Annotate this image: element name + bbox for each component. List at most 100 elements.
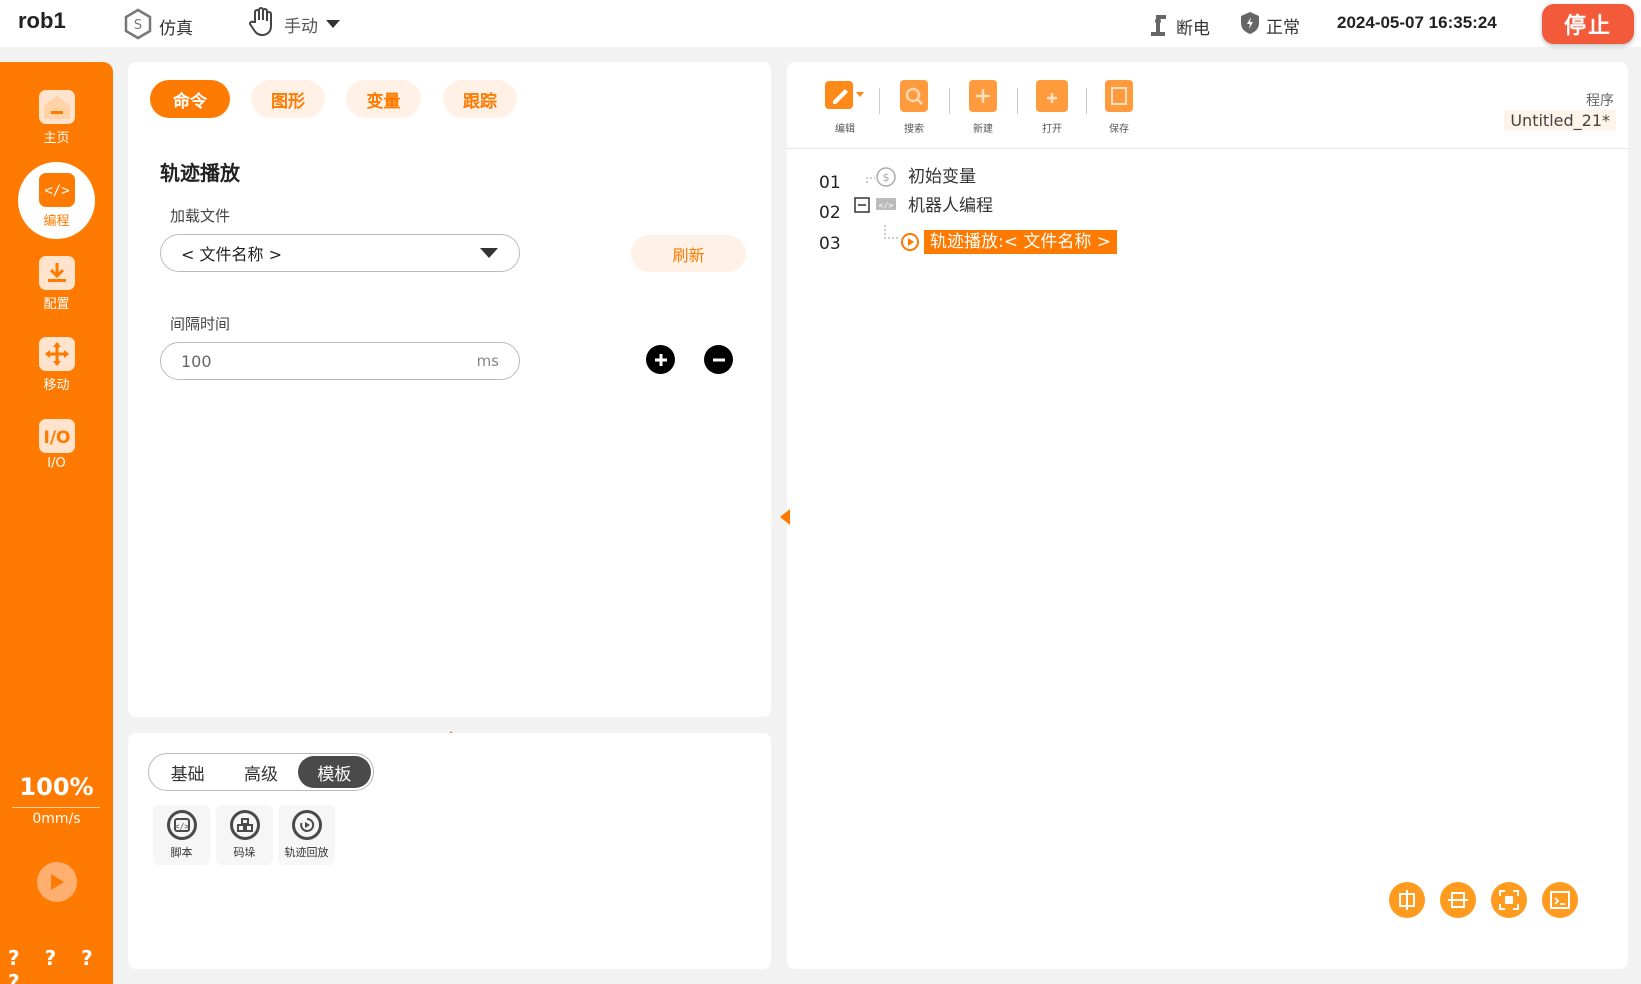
toolbar-label: 打开 bbox=[1042, 124, 1062, 135]
hand-icon bbox=[246, 6, 278, 43]
program-line-1[interactable]: 初始变量 bbox=[908, 162, 976, 187]
svg-text:S: S bbox=[134, 18, 142, 33]
shield-icon bbox=[1240, 11, 1260, 40]
segment-template[interactable]: 模板 bbox=[297, 756, 371, 788]
trajectory-replay-icon bbox=[291, 810, 322, 840]
edit-icon bbox=[825, 80, 865, 112]
svg-text:I/O: I/O bbox=[43, 428, 70, 448]
control-mode-dropdown[interactable]: 手动 bbox=[246, 6, 342, 43]
speed-percent[interactable]: 100% bbox=[0, 773, 113, 801]
program-label: 程序 bbox=[1586, 93, 1614, 109]
trajectory-play-icon bbox=[900, 232, 920, 256]
home-icon bbox=[38, 90, 75, 124]
toolbar-divider bbox=[1017, 88, 1018, 114]
sidebar-item-home[interactable]: 主页 bbox=[0, 90, 113, 146]
program-line-2[interactable]: 机器人编程 bbox=[908, 191, 993, 216]
expand-horizontal-button[interactable] bbox=[1389, 882, 1425, 918]
segment-basic[interactable]: 基础 bbox=[151, 756, 224, 788]
tab-graphics[interactable]: 图形 bbox=[251, 80, 325, 118]
toolbar-divider-line bbox=[787, 148, 1628, 149]
robot-arm-icon bbox=[1148, 11, 1170, 42]
sidebar-item-move[interactable]: 移动 bbox=[0, 337, 113, 393]
sidebar-item-label: 主页 bbox=[43, 131, 70, 146]
new-file-icon bbox=[969, 80, 997, 112]
toolbar-new-button[interactable]: 新建 bbox=[969, 80, 997, 135]
svg-text:</>: </> bbox=[879, 201, 894, 210]
section-title: 轨迹播放 bbox=[160, 161, 240, 185]
palletize-icon bbox=[229, 810, 260, 840]
play-icon bbox=[51, 874, 64, 890]
stop-button[interactable]: 停止 bbox=[1542, 4, 1634, 44]
program-line-3[interactable]: 轨迹播放:< 文件名称 > bbox=[924, 230, 1118, 254]
template-button-label: 脚本 bbox=[170, 846, 193, 859]
interval-label: 间隔时间 bbox=[170, 315, 231, 333]
search-icon bbox=[900, 80, 928, 112]
decrease-button[interactable] bbox=[704, 345, 733, 374]
toolbar-label: 编辑 bbox=[835, 124, 855, 135]
io-icon: I/O bbox=[38, 419, 75, 453]
sidebar-item-config[interactable]: 配置 bbox=[0, 256, 113, 312]
init-variable-icon: $ bbox=[875, 166, 897, 192]
template-button-label: 轨迹回放 bbox=[284, 846, 329, 859]
toolbar-edit-button[interactable]: 编辑 bbox=[825, 80, 865, 135]
play-button[interactable] bbox=[37, 862, 77, 902]
program-name[interactable]: Untitled_21* bbox=[1504, 110, 1616, 131]
collapse-toggle-icon[interactable] bbox=[854, 197, 870, 217]
sidebar-item-label: 移动 bbox=[43, 378, 70, 393]
download-icon bbox=[38, 256, 75, 290]
chevron-down-icon bbox=[324, 15, 342, 35]
expand-horizontal-icon bbox=[1399, 890, 1415, 910]
template-button-label: 码垛 bbox=[233, 846, 256, 859]
interval-unit: ms bbox=[476, 352, 499, 370]
sidebar-item-label: 编程 bbox=[43, 213, 70, 229]
template-palletize-button[interactable]: 码垛 bbox=[216, 805, 273, 865]
file-select[interactable]: < 文件名称 > bbox=[160, 234, 520, 272]
mode-label: 仿真 bbox=[159, 19, 193, 39]
segment-advanced[interactable]: 高级 bbox=[224, 756, 297, 788]
toolbar-open-button[interactable]: 打开 bbox=[1036, 80, 1068, 135]
fullscreen-icon bbox=[1499, 890, 1519, 910]
toolbar-divider bbox=[1086, 88, 1087, 114]
speed-value: 0mm/s bbox=[32, 811, 81, 827]
toolbar-search-button[interactable]: 搜索 bbox=[900, 80, 928, 135]
sidebar-item-programming[interactable]: </> 编程 bbox=[18, 162, 95, 239]
toolbar-label: 搜索 bbox=[904, 124, 924, 135]
toolbar-label: 保存 bbox=[1109, 124, 1129, 135]
increase-button[interactable] bbox=[646, 345, 675, 374]
line-number: 01 bbox=[819, 173, 841, 193]
collapse-left-icon[interactable] bbox=[779, 508, 791, 530]
expand-vertical-button[interactable] bbox=[1440, 882, 1476, 918]
terminal-button[interactable] bbox=[1542, 882, 1578, 918]
plus-icon bbox=[654, 353, 667, 366]
control-label: 手动 bbox=[284, 17, 318, 37]
sidebar-item-label: 配置 bbox=[43, 297, 70, 312]
program-panel: 编辑 搜索 新建 打开 保存 程序 Untitled_21* 01 02 03 bbox=[787, 62, 1628, 969]
sidebar-item-io[interactable]: I/O I/O bbox=[0, 419, 113, 471]
template-script-button[interactable]: </> 脚本 bbox=[153, 805, 210, 865]
line-number: 03 bbox=[819, 234, 841, 254]
line-number: 02 bbox=[819, 203, 841, 223]
script-icon: </> bbox=[166, 810, 197, 840]
svg-text:</>: </> bbox=[44, 183, 69, 199]
save-icon bbox=[1105, 80, 1133, 112]
command-panel: 命令 图形 变量 跟踪 轨迹播放 加载文件 < 文件名称 > 刷新 间隔时间 1… bbox=[128, 62, 771, 717]
toolbar-divider bbox=[879, 88, 880, 114]
open-folder-icon bbox=[1036, 80, 1068, 112]
svg-text:</>: </> bbox=[174, 822, 189, 831]
tab-tracking[interactable]: 跟踪 bbox=[443, 80, 517, 118]
top-bar: rob1 S 仿真 手动 断电 正常 2024-05-07 16:35:24 停… bbox=[0, 0, 1641, 47]
power-status-label: 断电 bbox=[1176, 19, 1210, 39]
tab-variables[interactable]: 变量 bbox=[346, 80, 421, 118]
template-trajectory-replay-button[interactable]: 轨迹回放 bbox=[278, 805, 335, 865]
refresh-button[interactable]: 刷新 bbox=[631, 235, 746, 272]
toolbar-save-button[interactable]: 保存 bbox=[1105, 80, 1133, 135]
sidebar-footer: ? ? ? ? bbox=[8, 946, 102, 984]
safety-status-label: 正常 bbox=[1266, 18, 1300, 38]
interval-input[interactable]: 100 ms bbox=[160, 342, 520, 380]
minus-icon bbox=[712, 358, 725, 361]
load-file-label: 加载文件 bbox=[170, 207, 231, 225]
tab-command[interactable]: 命令 bbox=[150, 80, 230, 118]
mode-indicator[interactable]: S 仿真 bbox=[123, 8, 193, 45]
fullscreen-button[interactable] bbox=[1491, 882, 1527, 918]
sidebar-item-label: I/O bbox=[47, 456, 66, 471]
